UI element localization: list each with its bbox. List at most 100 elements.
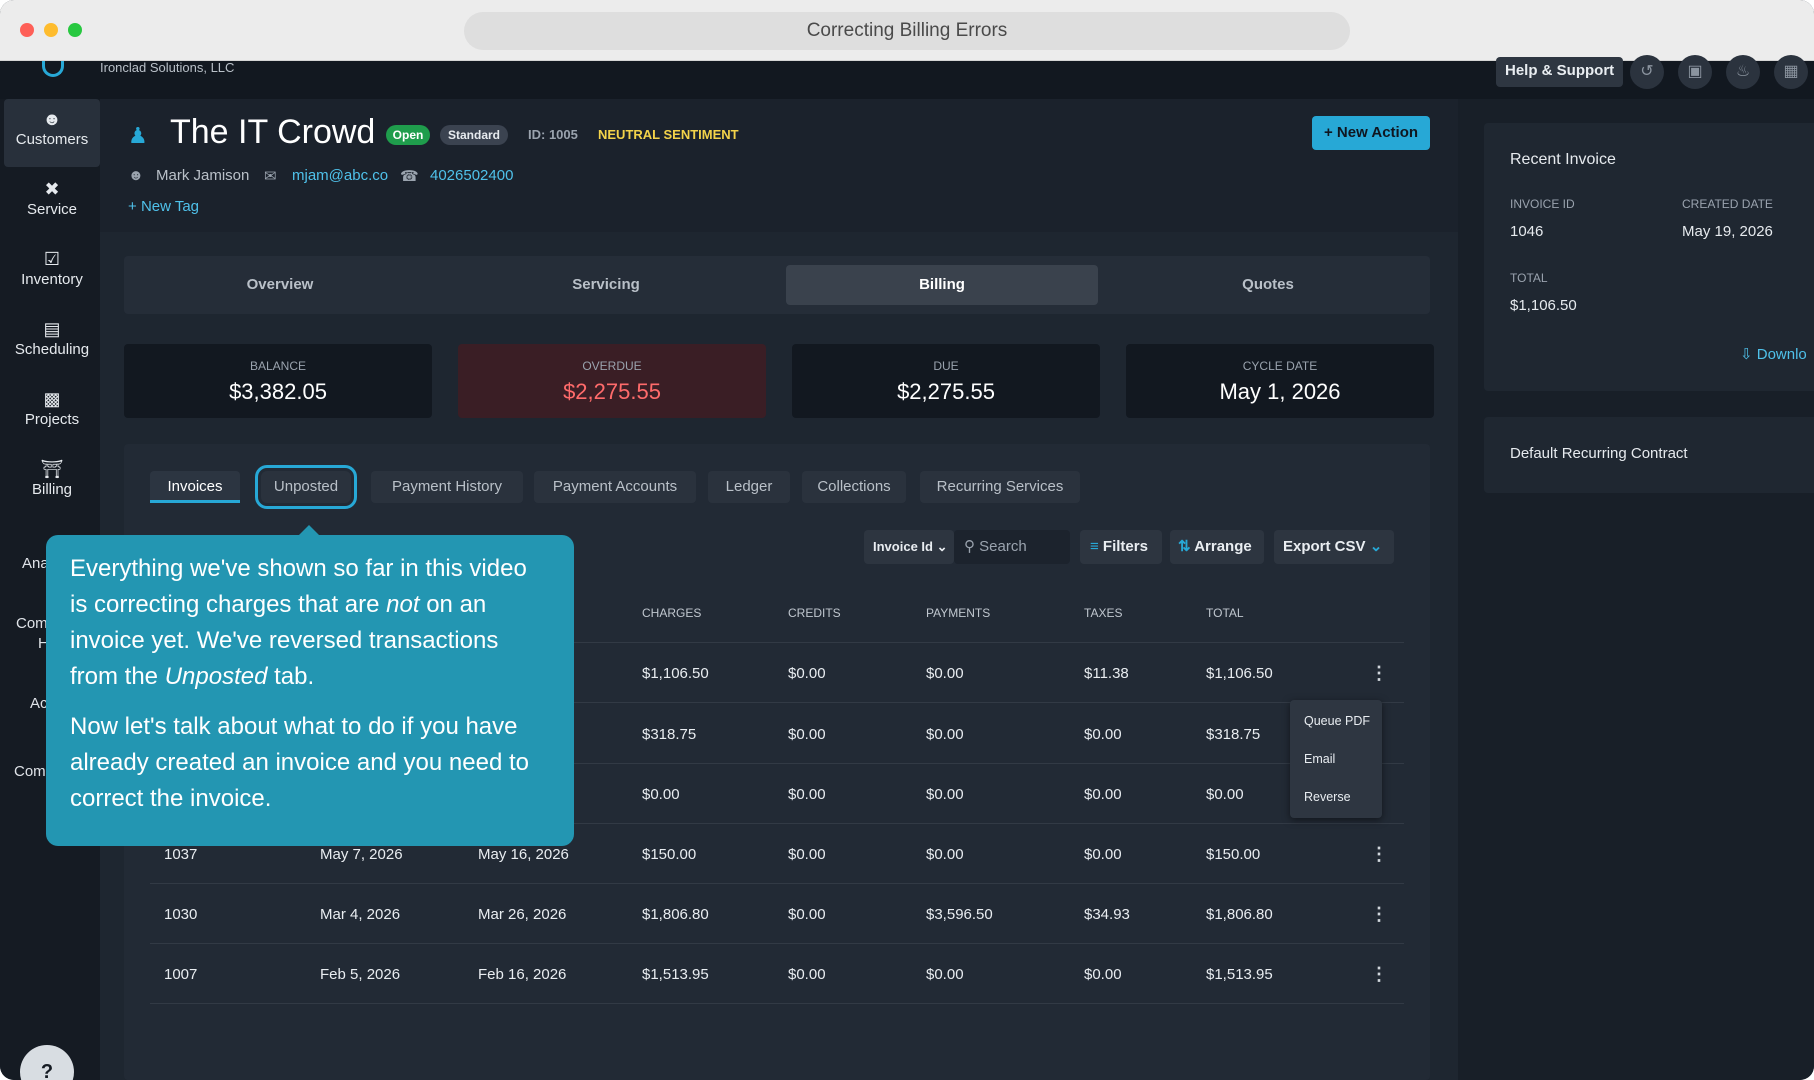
subtab-unposted[interactable]: Unposted (255, 465, 357, 509)
export-label: Export CSV (1283, 538, 1366, 555)
column-header-credits[interactable]: CREDITS (788, 606, 841, 620)
invoice-id-cell: 1030 (164, 906, 198, 923)
subtab-payment-history[interactable]: Payment History (371, 471, 523, 503)
credits-cell: $0.00 (788, 665, 826, 682)
search-input[interactable]: ⚲ Search (954, 530, 1070, 564)
taxes-cell: $0.00 (1084, 786, 1122, 803)
menu-item-reverse[interactable]: Reverse (1304, 790, 1351, 804)
users-icon: ☻ (42, 109, 62, 129)
download-button[interactable]: ⇩ Downlo (1740, 345, 1807, 363)
sidebar-item-customers[interactable]: ☻ Customers (4, 99, 100, 167)
subtab-invoices[interactable]: Invoices (150, 471, 240, 503)
kebab-menu-icon[interactable]: ⋮ (1370, 663, 1388, 684)
payments-cell: $0.00 (926, 665, 964, 682)
apps-icon[interactable]: ▦ (1774, 55, 1808, 89)
total-cell: $318.75 (1206, 726, 1261, 743)
sidebar-item-billing[interactable]: ⛩ Billing (4, 449, 100, 517)
tab-overview[interactable]: Overview (124, 265, 436, 305)
sidebar-item-ac-fragment[interactable]: Ac (30, 695, 48, 712)
export-csv-button[interactable]: Export CSV ⌄ (1274, 530, 1394, 564)
credits-cell: $0.00 (788, 846, 826, 863)
table-row[interactable]: 1007 Feb 5, 2026 Feb 16, 2026 $1,513.95 … (150, 944, 1404, 1004)
total-cell: $1,806.80 (1206, 906, 1273, 923)
sidebar-item-scheduling[interactable]: ▤ Scheduling (4, 309, 100, 377)
date-cell: Mar 4, 2026 (320, 906, 401, 923)
contact-email-link[interactable]: mjam@abc.co (292, 167, 388, 184)
new-tag-button[interactable]: + New Tag (128, 198, 199, 215)
field-select[interactable]: Invoice Id ⌄ (864, 530, 954, 564)
kebab-menu-icon[interactable]: ⋮ (1370, 844, 1388, 865)
tab-quotes[interactable]: Quotes (1112, 265, 1424, 305)
subtab-payment-accounts[interactable]: Payment Accounts (534, 471, 696, 503)
taxes-cell: $34.93 (1084, 906, 1130, 923)
invoice-id-value: 1046 (1510, 223, 1544, 240)
filters-button[interactable]: ≡ Filters (1080, 530, 1162, 564)
customer-id: ID: 1005 (528, 127, 578, 142)
column-header-taxes[interactable]: TAXES (1084, 606, 1122, 620)
total-cell: $150.00 (1206, 846, 1261, 863)
sidebar-item-label: Projects (24, 411, 80, 428)
subtab-collections[interactable]: Collections (802, 471, 906, 503)
sidebar-item-com-fragment[interactable]: Com (16, 615, 48, 632)
arrange-icon: ⇅ (1178, 538, 1195, 555)
camera-icon[interactable]: ▣ (1678, 55, 1712, 89)
kebab-menu-icon[interactable]: ⋮ (1370, 964, 1388, 985)
sidebar-item-inventory[interactable]: ☑ Inventory (4, 239, 100, 307)
balance-label: BALANCE (249, 359, 307, 373)
due-stat: DUE $2,275.55 (792, 344, 1100, 418)
overdue-stat: OVERDUE $2,275.55 (458, 344, 766, 418)
help-circle-button[interactable]: ? (20, 1045, 74, 1080)
search-placeholder: Search (979, 538, 1027, 555)
download-icon: ⇩ (1740, 346, 1757, 363)
customer-icon: ♟ (128, 123, 148, 148)
tab-billing[interactable]: Billing (786, 265, 1098, 305)
callout-emphasis: Unposted (164, 663, 268, 690)
subtab-ledger[interactable]: Ledger (708, 471, 790, 503)
help-support-button[interactable]: Help & Support (1496, 57, 1624, 87)
invoice-id-cell: 1007 (164, 966, 198, 983)
subtab-recurring-services[interactable]: Recurring Services (920, 471, 1080, 503)
table-row[interactable]: 1030 Mar 4, 2026 Mar 26, 2026 $1,806.80 … (150, 884, 1404, 944)
arrange-button[interactable]: ⇅ Arrange (1170, 530, 1264, 564)
new-action-button[interactable]: + New Action (1312, 116, 1430, 150)
app-top-bar: Ironclad Solutions, LLC Help & Support ↺… (0, 55, 1814, 99)
tab-servicing[interactable]: Servicing (450, 265, 762, 305)
bell-icon[interactable]: ♨ (1726, 55, 1760, 89)
clipboard-icon: ☑ (43, 249, 61, 269)
due-value: $2,275.55 (897, 379, 995, 404)
row-actions-menu: Queue PDF Email Reverse (1290, 700, 1382, 818)
taxes-cell: $0.00 (1084, 966, 1122, 983)
sidebar-item-label: Customers (15, 131, 89, 148)
calendar-icon: ▤ (43, 319, 61, 339)
new-tag-label: New Tag (140, 198, 200, 215)
contact-phone-link[interactable]: 4026502400 (430, 167, 513, 184)
menu-item-email[interactable]: Email (1304, 752, 1335, 766)
menu-item-queue-pdf[interactable]: Queue PDF (1304, 714, 1370, 728)
filters-label: Filters (1102, 538, 1148, 555)
sidebar-item-projects[interactable]: ▩ Projects (4, 379, 100, 447)
credits-cell: $0.00 (788, 966, 826, 983)
sidebar-item-analytics-fragment[interactable]: Ana (22, 555, 49, 572)
sidebar-item-com2-fragment[interactable]: Com (14, 763, 46, 780)
app-logo-icon[interactable] (42, 61, 64, 77)
right-panel: Recent Invoice INVOICE ID 1046 CREATED D… (1458, 99, 1814, 1080)
credits-cell: $0.00 (788, 726, 826, 743)
charges-cell: $318.75 (642, 726, 697, 743)
plus-icon: + (128, 198, 141, 215)
history-icon[interactable]: ↺ (1630, 55, 1664, 89)
column-header-total[interactable]: TOTAL (1206, 606, 1244, 620)
kebab-menu-icon[interactable]: ⋮ (1370, 904, 1388, 925)
taxes-cell: $0.00 (1084, 726, 1122, 743)
sidebar-item-label: Scheduling (14, 341, 90, 358)
tier-badge: Standard (440, 125, 508, 145)
column-header-charges[interactable]: CHARGES (642, 606, 701, 620)
minimize-window-button[interactable] (44, 23, 58, 37)
recurring-contract-card[interactable]: Default Recurring Contract (1484, 417, 1814, 493)
maximize-window-button[interactable] (68, 23, 82, 37)
column-header-payments[interactable]: PAYMENTS (926, 606, 990, 620)
credits-cell: $0.00 (788, 786, 826, 803)
close-window-button[interactable] (20, 23, 34, 37)
plus-icon: + (1323, 124, 1337, 141)
callout-paragraph-1: Everything we've shown so far in this vi… (70, 551, 550, 695)
sidebar-item-service[interactable]: ✖ Service (4, 169, 100, 237)
